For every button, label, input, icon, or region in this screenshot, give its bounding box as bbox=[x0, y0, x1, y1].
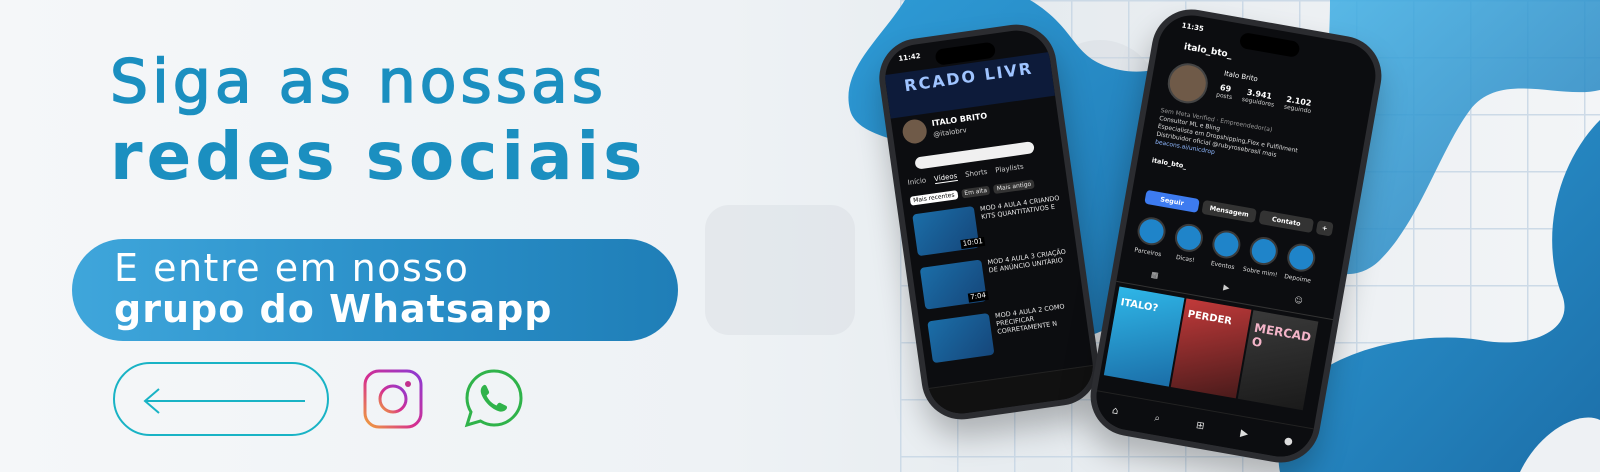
tile-text: PERDER bbox=[1186, 308, 1233, 328]
filter-oldest[interactable]: Mais antigo bbox=[993, 179, 1035, 194]
tile-text: MERCADO bbox=[1250, 320, 1313, 351]
profile-stats: 69 posts 3.941 seguidores 2.102 seguindo bbox=[1215, 83, 1313, 116]
contact-button[interactable]: Contato bbox=[1258, 209, 1315, 234]
highlight-label: Eventos bbox=[1210, 260, 1236, 272]
highlight-label: Depoime bbox=[1283, 273, 1312, 285]
reels-icon[interactable]: ▶ bbox=[1239, 428, 1248, 440]
filter-trending[interactable]: Em alta bbox=[960, 185, 991, 199]
video-row[interactable]: MOD 4 AULA 4 CRIANDO KITS QUANTITATIVOS … bbox=[912, 194, 1066, 257]
video-thumbnail bbox=[919, 259, 987, 310]
headline-line-2: redes sociais bbox=[110, 118, 647, 195]
cta-line-2: grupo do Whatsapp bbox=[114, 286, 553, 331]
highlight-label: Parceiros bbox=[1133, 246, 1162, 259]
highlight-label: Dicas! bbox=[1175, 253, 1196, 265]
follow-button[interactable]: Seguir bbox=[1144, 189, 1200, 213]
grid-tab-icon[interactable]: ▦ bbox=[1149, 270, 1159, 288]
stat-label: posts bbox=[1215, 91, 1233, 102]
video-title: MOD 4 AULA 4 CRIANDO KITS QUANTITATIVOS … bbox=[979, 194, 1060, 222]
tile-text: ITALO? bbox=[1119, 297, 1159, 315]
video-title: MOD 4 AULA 3 CRIAÇÃO DE ANÚNCIO UNITÁRIO bbox=[987, 247, 1067, 275]
profile-username: italo_bto_ bbox=[1183, 42, 1233, 61]
instagram-icon[interactable] bbox=[362, 368, 424, 430]
highlight-label: Sobre mim! bbox=[1242, 265, 1278, 279]
stat-following[interactable]: 2.102 seguindo bbox=[1283, 95, 1313, 116]
headline: Siga as nossas redes sociais bbox=[109, 47, 647, 195]
profile-avatar[interactable] bbox=[1164, 60, 1211, 107]
profile-display-name: Italo Brito bbox=[1223, 69, 1259, 84]
video-thumbnail bbox=[912, 205, 980, 257]
home-icon[interactable]: ⌂ bbox=[1111, 405, 1119, 417]
tab-playlists[interactable]: Playlists bbox=[995, 163, 1025, 176]
tab-inicio[interactable]: Início bbox=[907, 176, 927, 187]
whatsapp-icon[interactable] bbox=[462, 366, 526, 430]
headline-line-1: Siga as nossas bbox=[109, 47, 608, 117]
add-icon[interactable]: ⊞ bbox=[1195, 420, 1205, 432]
channel-handle: @italobrv bbox=[932, 126, 968, 139]
back-arrow-button[interactable] bbox=[113, 362, 329, 436]
profile-bio: Sem Meta Verified · Empreendedor(a) Cons… bbox=[1154, 107, 1358, 182]
video-row[interactable]: MOD 4 AULA 2 COMO PRECIFICAR CORRETAMENT… bbox=[927, 301, 1081, 364]
arrow-left-icon bbox=[143, 388, 305, 414]
stat-followers[interactable]: 3.941 seguidores bbox=[1241, 87, 1276, 109]
status-time: 11:35 bbox=[1181, 21, 1205, 34]
status-time: 11:42 bbox=[897, 51, 922, 63]
highlight-sobre-mim[interactable] bbox=[1247, 234, 1281, 268]
message-button[interactable]: Mensagem bbox=[1201, 199, 1257, 224]
video-thumbnail bbox=[927, 312, 995, 364]
stat-posts[interactable]: 69 posts bbox=[1215, 83, 1234, 102]
search-icon[interactable]: ⌕ bbox=[1153, 413, 1160, 425]
reels-tab-icon[interactable]: ▶ bbox=[1221, 283, 1231, 301]
channel-avatar bbox=[901, 117, 929, 146]
highlight-depoimentos[interactable] bbox=[1285, 241, 1318, 274]
tab-videos[interactable]: Vídeos bbox=[933, 172, 958, 185]
profile-icon[interactable]: ● bbox=[1283, 436, 1294, 448]
threads-handle[interactable]: italo_bto_ bbox=[1151, 156, 1187, 170]
highlight-parceiros[interactable] bbox=[1135, 215, 1168, 248]
whatsapp-cta-pill[interactable]: E entre em nosso grupo do Whatsapp bbox=[72, 239, 678, 341]
banner: Siga as nossas redes sociais E entre em … bbox=[0, 0, 1600, 472]
video-duration: 7:04 bbox=[967, 290, 989, 303]
post-tile[interactable]: MERCADO bbox=[1237, 310, 1319, 411]
suggest-button[interactable]: + bbox=[1315, 220, 1334, 237]
phone-notch bbox=[1238, 31, 1301, 59]
tab-shorts[interactable]: Shorts bbox=[965, 168, 988, 180]
tagged-tab-icon[interactable]: ☺ bbox=[1292, 295, 1304, 313]
cta-line-1: E entre em nosso bbox=[114, 246, 470, 290]
highlight-dicas[interactable] bbox=[1172, 221, 1206, 255]
video-row[interactable]: MOD 4 AULA 3 CRIAÇÃO DE ANÚNCIO UNITÁRIO… bbox=[919, 247, 1074, 310]
filter-recent[interactable]: Mais recentes bbox=[909, 190, 959, 206]
video-title: MOD 4 AULA 2 COMO PRECIFICAR CORRETAMENT… bbox=[994, 302, 1066, 337]
highlight-eventos[interactable] bbox=[1210, 228, 1243, 261]
channel-name: ITALO BRITO bbox=[931, 111, 988, 128]
video-duration: 10:01 bbox=[960, 236, 986, 250]
